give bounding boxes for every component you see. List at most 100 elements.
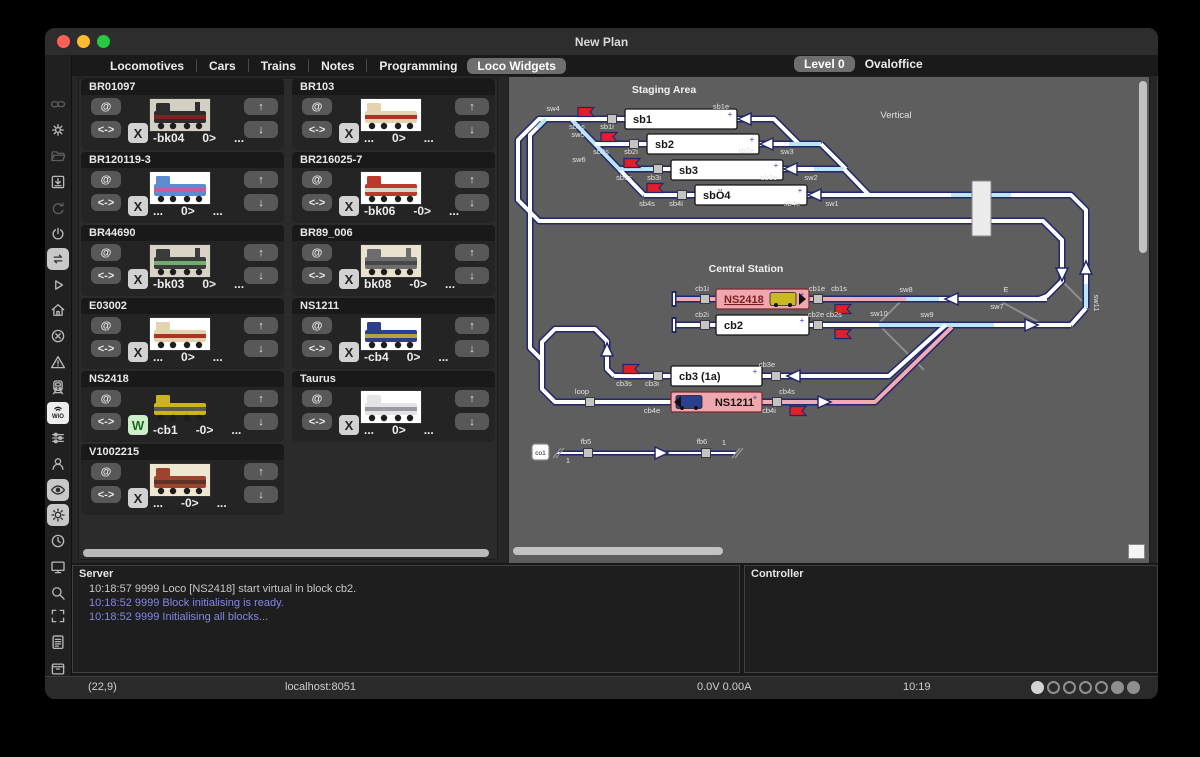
lift-rectangle[interactable]	[972, 181, 991, 236]
brightness-icon[interactable]	[47, 504, 69, 526]
speed-down-button[interactable]: ↓	[244, 121, 278, 138]
stop-toggle[interactable]: X	[128, 342, 148, 362]
speed-down-button[interactable]: ↓	[244, 340, 278, 357]
train-icon[interactable]	[47, 376, 69, 398]
expand-icon[interactable]	[47, 605, 69, 627]
block-cb2[interactable]: cb2+	[716, 315, 809, 335]
stop-toggle[interactable]: X	[128, 269, 148, 289]
feedback-sensor[interactable]	[586, 398, 595, 407]
save-icon[interactable]	[47, 171, 69, 193]
stop-toggle[interactable]: X	[339, 415, 359, 435]
wait-toggle[interactable]: W	[128, 415, 148, 435]
assign-button[interactable]: @	[302, 98, 332, 115]
stop-icon[interactable]	[47, 325, 69, 347]
signal-flag[interactable]	[835, 330, 851, 339]
plan-tab-ovaloffice[interactable]: Ovaloffice	[855, 56, 933, 72]
swap-direction-button[interactable]: <->	[91, 267, 121, 284]
status-dot[interactable]	[1111, 681, 1124, 694]
plan-resize-handle[interactable]	[1128, 544, 1145, 559]
status-dot[interactable]	[1127, 681, 1140, 694]
plan-horizontal-scrollbar[interactable]	[513, 547, 723, 555]
wio-icon[interactable]: WiO	[47, 402, 69, 424]
tab-trains[interactable]: Trains	[251, 58, 306, 74]
feedback-sensor[interactable]	[701, 295, 710, 304]
speed-up-button[interactable]: ↑	[455, 317, 489, 334]
stop-toggle[interactable]: X	[339, 269, 359, 289]
sliders-icon[interactable]	[47, 427, 69, 449]
feedback-sensor[interactable]	[772, 372, 781, 381]
swap-direction-button[interactable]: <->	[302, 121, 332, 138]
speed-down-button[interactable]: ↓	[455, 413, 489, 430]
speed-down-button[interactable]: ↓	[244, 194, 278, 211]
swap-direction-button[interactable]: <->	[302, 194, 332, 211]
widgets-horizontal-scrollbar[interactable]	[83, 549, 489, 557]
power-icon[interactable]	[47, 223, 69, 245]
feedback-sensor[interactable]	[584, 449, 593, 458]
assign-button[interactable]: @	[91, 98, 121, 115]
speed-down-button[interactable]: ↓	[455, 194, 489, 211]
home-icon[interactable]	[47, 299, 69, 321]
output-co1[interactable]: co1	[532, 444, 549, 460]
tab-loco-widgets[interactable]: Loco Widgets	[467, 58, 566, 74]
assign-button[interactable]: @	[91, 171, 121, 188]
tab-notes[interactable]: Notes	[311, 58, 364, 74]
assign-button[interactable]: @	[302, 317, 332, 334]
warning-icon[interactable]	[47, 351, 69, 373]
speed-up-button[interactable]: ↑	[244, 463, 278, 480]
signal-flag[interactable]	[647, 184, 663, 193]
monitor-icon[interactable]	[47, 556, 69, 578]
user-icon[interactable]	[47, 453, 69, 475]
swap-direction-button[interactable]: <->	[91, 340, 121, 357]
clock-icon[interactable]	[47, 530, 69, 552]
feedback-sensor[interactable]	[701, 321, 710, 330]
speed-down-button[interactable]: ↓	[455, 121, 489, 138]
stop-toggle[interactable]: X	[128, 488, 148, 508]
status-dot[interactable]	[1095, 681, 1108, 694]
status-dot[interactable]	[1063, 681, 1076, 694]
swap-direction-button[interactable]: <->	[91, 194, 121, 211]
signal-flag[interactable]	[623, 365, 639, 374]
assign-button[interactable]: @	[91, 390, 121, 407]
assign-button[interactable]: @	[91, 244, 121, 261]
speed-down-button[interactable]: ↓	[244, 413, 278, 430]
feedback-sensor[interactable]	[814, 295, 823, 304]
track-plan[interactable]: sb1+sb2+sb3+sbÖ4+NS2418+cb2+cb3 (1a)+NS1…	[511, 79, 1136, 549]
stop-toggle[interactable]: X	[128, 196, 148, 216]
tab-programming[interactable]: Programming	[369, 58, 467, 74]
speed-up-button[interactable]: ↑	[244, 317, 278, 334]
close-button[interactable]	[57, 35, 70, 48]
feedback-sensor[interactable]	[702, 449, 711, 458]
assign-button[interactable]: @	[91, 317, 121, 334]
clipboard-icon[interactable]	[47, 631, 69, 653]
speed-up-button[interactable]: ↑	[244, 390, 278, 407]
stop-toggle[interactable]: X	[128, 123, 148, 143]
status-dot[interactable]	[1079, 681, 1092, 694]
stop-toggle[interactable]: X	[339, 196, 359, 216]
speed-down-button[interactable]: ↓	[455, 340, 489, 357]
swap-direction-button[interactable]: <->	[91, 486, 121, 503]
folder-icon[interactable]	[47, 145, 69, 167]
stop-toggle[interactable]: X	[339, 123, 359, 143]
signal-flag[interactable]	[578, 108, 594, 117]
search-icon[interactable]	[47, 582, 69, 604]
tab-cars[interactable]: Cars	[199, 58, 246, 74]
swap-direction-button[interactable]: <->	[302, 267, 332, 284]
block-NS1211[interactable]: NS1211+	[671, 392, 762, 412]
assign-button[interactable]: @	[302, 390, 332, 407]
feedback-sensor[interactable]	[814, 321, 823, 330]
speed-up-button[interactable]: ↑	[455, 98, 489, 115]
speed-up-button[interactable]: ↑	[455, 171, 489, 188]
block-sb1[interactable]: sb1+	[625, 109, 737, 129]
redo-icon[interactable]	[47, 197, 69, 219]
speed-down-button[interactable]: ↓	[244, 486, 278, 503]
play-icon[interactable]	[47, 274, 69, 296]
stop-toggle[interactable]: X	[339, 342, 359, 362]
speed-up-button[interactable]: ↑	[244, 244, 278, 261]
swap-direction-button[interactable]: <->	[91, 121, 121, 138]
plan-tab-level-0[interactable]: Level 0	[794, 56, 855, 72]
block-cb3 (1a)[interactable]: cb3 (1a)+	[671, 366, 762, 386]
settings-icon[interactable]	[47, 119, 69, 141]
speed-up-button[interactable]: ↑	[455, 390, 489, 407]
speed-up-button[interactable]: ↑	[244, 171, 278, 188]
signal-flag[interactable]	[624, 159, 640, 168]
